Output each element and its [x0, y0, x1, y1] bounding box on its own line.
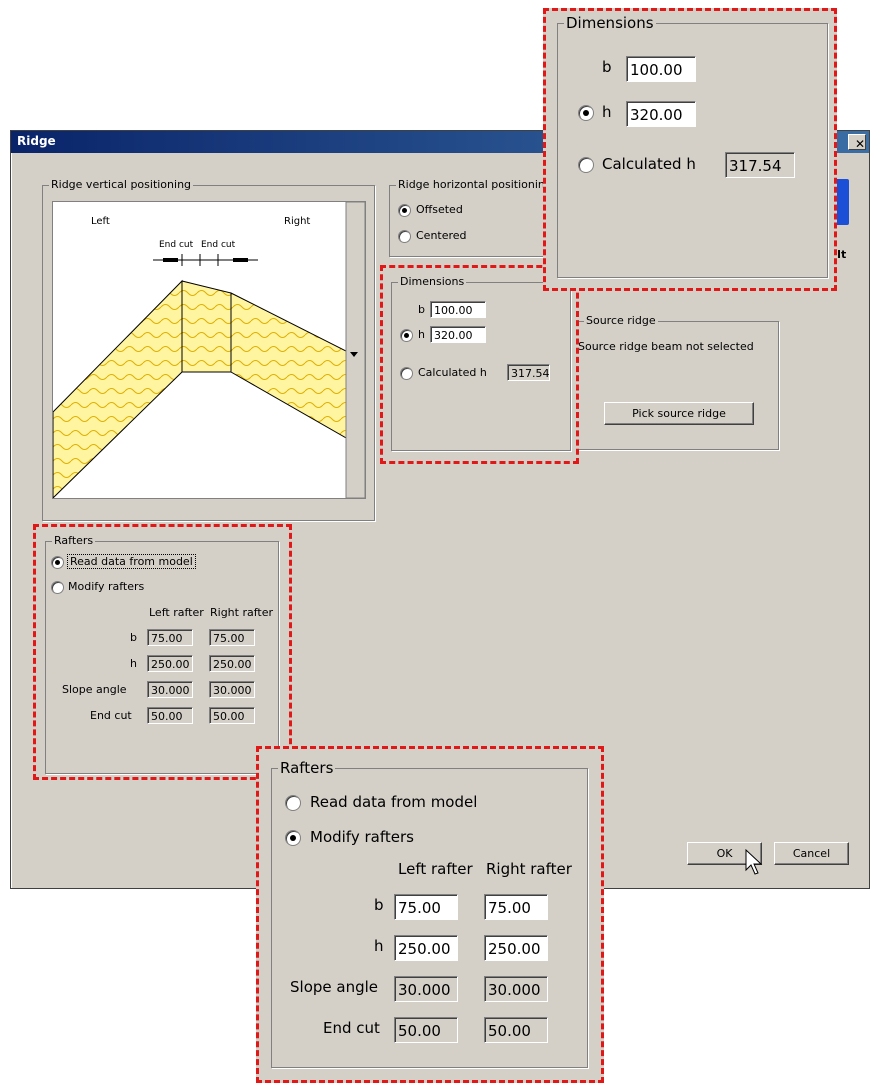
rafters-zoom-endcut-right: 50.00 [484, 1017, 548, 1043]
source-ridge-group: Source ridge Source ridge beam not selec… [577, 314, 779, 450]
close-icon: ✕ [855, 137, 866, 151]
rafters-group: Rafters Read data from model Modify raft… [45, 534, 279, 774]
close-button[interactable]: ✕ [848, 134, 866, 151]
right-rafter-header: Right rafter [210, 606, 274, 619]
ridge-beam [181, 280, 232, 373]
rafters-zoom-slope-left: 30.000 [394, 976, 458, 1002]
centered-radio[interactable] [398, 230, 411, 243]
read-data-radio[interactable] [51, 556, 64, 569]
vertical-positioning-group: Ridge vertical positioning Left Right En… [42, 178, 375, 521]
left-rafter-header: Left rafter [149, 606, 204, 619]
rafter-endcut-label: End cut [90, 709, 132, 722]
offseted-radio[interactable] [398, 204, 411, 217]
left-label: Left [91, 216, 110, 227]
pick-source-ridge-button[interactable]: Pick source ridge [604, 402, 754, 425]
rafters-callout: Rafters Read data from model Modify raft… [33, 524, 292, 780]
rafters-zoom-modify-label: Modify rafters [310, 828, 414, 846]
rafters-title: Rafters [52, 534, 96, 547]
dimensions-zoom-title: Dimensions [564, 14, 656, 32]
modify-rafters-label: Modify rafters [68, 580, 145, 593]
rafter-b-label: b [130, 631, 137, 644]
centered-label: Centered [416, 229, 467, 242]
dimensions-zoom-h-field[interactable]: 320.00 [626, 101, 696, 127]
end-cut-left-label: End cut [159, 240, 194, 250]
rafter-slope-left: 30.000 [147, 681, 193, 698]
dimensions-zoom-calc-radio[interactable] [578, 157, 594, 173]
rafters-zoom-b-right[interactable]: 75.00 [484, 894, 548, 920]
dimensions-zoom-h-radio[interactable] [578, 105, 594, 121]
rafter-b-right: 75.00 [209, 629, 255, 646]
dimensions-title: Dimensions [398, 275, 467, 288]
dimensions-zoom-calc-field: 317.54 [725, 152, 795, 178]
dim-h-label: h [418, 328, 425, 341]
left-rafter [52, 279, 183, 500]
source-ridge-title: Source ridge [584, 314, 658, 327]
rafter-endcut-left: 50.00 [147, 707, 193, 724]
rafter-slope-label: Slope angle [62, 683, 127, 696]
rafters-zoom-read-radio[interactable] [285, 795, 301, 811]
modify-rafters-radio[interactable] [51, 581, 64, 594]
rafter-h-label: h [130, 657, 137, 670]
vertical-positioning-title: Ridge vertical positioning [49, 178, 194, 191]
calc-h-label: Calculated h [418, 366, 487, 379]
rafters-zoom-title: Rafters [278, 759, 336, 777]
calc-h-radio[interactable] [400, 367, 413, 380]
read-data-label: Read data from model [67, 554, 196, 569]
dimensions-zoom-b-label: b [602, 58, 612, 76]
ridge-preview: Left Right End cut End cut [52, 201, 366, 500]
rafters-zoom-h-left[interactable]: 250.00 [394, 935, 458, 961]
rafters-zoom-slope-label: Slope angle [290, 978, 379, 996]
rafters-zoom-h-label: h [374, 937, 384, 955]
dimensions-zoom-h-label: h [602, 103, 612, 121]
rafters-zoom-b-label: b [374, 896, 384, 914]
rafters-zoom-callout: Rafters Read data from model Modify raft… [256, 746, 604, 1083]
dim-b-field[interactable]: 100.00 [430, 301, 486, 318]
rafters-zoom-modify-radio[interactable] [285, 830, 301, 846]
dimensions-callout: Dimensions b 100.00 h 320.00 Calculated … [380, 265, 579, 464]
source-ridge-status: Source ridge beam not selected [578, 340, 754, 353]
dim-h-radio[interactable] [400, 329, 413, 342]
horizontal-positioning-group: Ridge horizontal positioning Offseted Ce… [389, 178, 561, 257]
dimensions-zoom-calc-label: Calculated h [602, 155, 696, 173]
rafter-b-left: 75.00 [147, 629, 193, 646]
right-label: Right [284, 216, 311, 227]
rafters-zoom-h-right[interactable]: 250.00 [484, 935, 548, 961]
rafters-zoom-right-header: Right rafter [486, 860, 572, 878]
cancel-button[interactable]: Cancel [774, 842, 849, 865]
calc-h-field: 317.54 [507, 364, 550, 381]
horizontal-positioning-title: Ridge horizontal positioning [396, 178, 554, 191]
offseted-label: Offseted [416, 203, 463, 216]
dimensions-zoom-group: Dimensions b 100.00 h 320.00 Calculated … [557, 14, 828, 278]
dimensions-zoom-b-field[interactable]: 100.00 [626, 56, 696, 82]
mouse-cursor-icon [745, 849, 763, 875]
rafters-zoom-b-left[interactable]: 75.00 [394, 894, 458, 920]
dialog-title: Ridge [17, 134, 56, 148]
rafters-zoom-left-header: Left rafter [398, 860, 473, 878]
rafters-zoom-endcut-left: 50.00 [394, 1017, 458, 1043]
dimensions-zoom-callout: Dimensions b 100.00 h 320.00 Calculated … [543, 8, 837, 291]
rafters-zoom-slope-right: 30.000 [484, 976, 548, 1002]
dimensions-group: Dimensions b 100.00 h 320.00 Calculated … [391, 275, 571, 451]
rafter-h-left: 250.00 [147, 655, 193, 672]
dim-h-field[interactable]: 320.00 [430, 326, 486, 343]
rafter-slope-right: 30.000 [209, 681, 255, 698]
rafter-endcut-right: 50.00 [209, 707, 255, 724]
rafter-h-right: 250.00 [209, 655, 255, 672]
right-rafter [230, 292, 349, 440]
rafters-zoom-read-label: Read data from model [310, 793, 478, 811]
rafters-zoom-endcut-label: End cut [323, 1019, 380, 1037]
rafters-zoom-group: Rafters Read data from model Modify raft… [271, 759, 588, 1068]
dim-b-label: b [418, 303, 425, 316]
end-cut-right-label: End cut [201, 240, 236, 250]
